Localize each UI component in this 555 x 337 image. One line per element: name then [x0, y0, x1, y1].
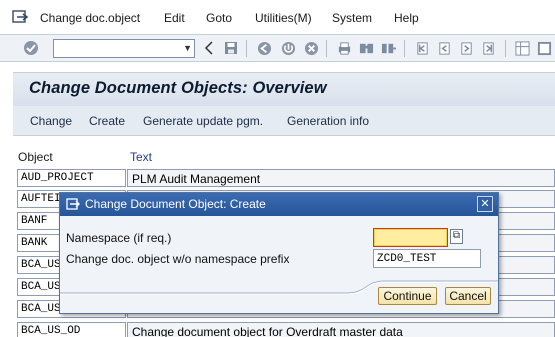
- dialog-window-icon: [66, 198, 80, 210]
- value-help-icon[interactable]: ⧉: [450, 229, 463, 244]
- toolbar-separator: [404, 40, 405, 57]
- menu-goto[interactable]: Goto: [206, 11, 232, 25]
- title-bar: Change Document Objects: Overview: [13, 72, 555, 106]
- dialog-title-bar[interactable]: Change Document Object: Create ✕: [60, 193, 498, 216]
- menu-system[interactable]: System: [332, 11, 372, 25]
- dialog-title: Change Document Object: Create: [85, 197, 266, 211]
- print-icon[interactable]: [335, 39, 353, 57]
- toolbar-separator: [246, 40, 247, 57]
- page-title: Change Document Objects: Overview: [29, 79, 327, 97]
- toolbar-separator: [505, 40, 506, 57]
- object-cell[interactable]: BCA_US_OD: [17, 322, 126, 337]
- object-cell[interactable]: AUD_PROJECT: [17, 169, 126, 187]
- application-toolbar: Change Create Generate update pgm. Gener…: [13, 106, 555, 136]
- find-icon[interactable]: [357, 39, 375, 57]
- generate-update-pgm-button[interactable]: Generate update pgm.: [143, 114, 263, 128]
- help-icon[interactable]: [535, 39, 553, 57]
- namespace-field[interactable]: [373, 228, 448, 247]
- namespace-label: Namespace (if req.): [66, 231, 172, 245]
- standard-toolbar: ▼: [0, 34, 555, 62]
- table-header: Object Text: [13, 146, 555, 166]
- create-button[interactable]: Create: [89, 114, 125, 128]
- table-row[interactable]: BCA_US_OD Change document object for Ove…: [17, 322, 555, 337]
- next-page-icon[interactable]: [457, 39, 475, 57]
- close-icon[interactable]: ✕: [477, 196, 493, 212]
- generation-info-button[interactable]: Generation info: [287, 114, 369, 128]
- menu-utilities[interactable]: Utilities(M): [255, 11, 312, 25]
- layout-icon[interactable]: [513, 39, 531, 57]
- toolbar-separator: [326, 40, 327, 57]
- exit-icon[interactable]: [279, 39, 297, 57]
- cancel-icon[interactable]: [302, 39, 320, 57]
- enter-icon[interactable]: [22, 39, 40, 57]
- create-dialog: Change Document Object: Create ✕ Namespa…: [59, 192, 499, 314]
- cancel-button[interactable]: Cancel: [445, 287, 491, 305]
- prev-page-icon[interactable]: [435, 39, 453, 57]
- app-menu-icon[interactable]: [12, 10, 28, 24]
- namespace-input[interactable]: [374, 229, 447, 247]
- last-page-icon[interactable]: [479, 39, 497, 57]
- chevron-down-icon[interactable]: ▼: [183, 43, 192, 53]
- command-input[interactable]: [54, 40, 174, 57]
- text-cell: PLM Audit Management: [127, 169, 555, 187]
- back-arrow-icon[interactable]: [200, 39, 218, 57]
- object-input[interactable]: [374, 250, 480, 268]
- menu-help[interactable]: Help: [394, 11, 419, 25]
- column-header-text[interactable]: Text: [130, 150, 152, 164]
- continue-button[interactable]: Continue: [378, 287, 437, 305]
- text-cell: Change document object for Overdraft mas…: [127, 322, 555, 337]
- object-field[interactable]: [373, 249, 481, 268]
- find-next-icon[interactable]: [379, 39, 397, 57]
- table-row[interactable]: AUD_PROJECT PLM Audit Management: [17, 169, 555, 188]
- menu-edit[interactable]: Edit: [164, 11, 185, 25]
- object-label: Change doc. object w/o namespace prefix: [66, 252, 290, 266]
- menu-change-doc-object[interactable]: Change doc.object: [40, 11, 140, 25]
- save-icon[interactable]: [222, 39, 240, 57]
- column-header-object[interactable]: Object: [18, 150, 53, 164]
- back-icon[interactable]: [255, 39, 273, 57]
- first-page-icon[interactable]: [413, 39, 431, 57]
- change-button[interactable]: Change: [30, 114, 72, 128]
- command-field[interactable]: ▼: [53, 39, 195, 58]
- menu-bar: Change doc.object Edit Goto Utilities(M)…: [0, 0, 555, 34]
